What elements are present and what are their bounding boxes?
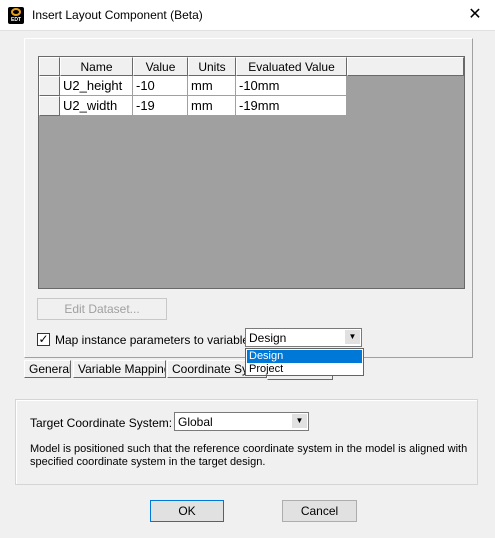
- grid-row-header[interactable]: [39, 96, 60, 116]
- app-icon-text: EDT: [11, 17, 21, 23]
- grid-cell-units[interactable]: mm: [188, 96, 236, 116]
- grid-cell-name[interactable]: U2_height: [60, 76, 133, 96]
- grid-header-value[interactable]: Value: [133, 57, 188, 76]
- target-coordinate-label: Target Coordinate System:: [30, 416, 173, 430]
- option-project[interactable]: Project: [247, 363, 362, 376]
- chevron-down-icon[interactable]: ▼: [345, 330, 360, 344]
- grid-header-name[interactable]: Name: [60, 57, 133, 76]
- edit-dataset-button[interactable]: Edit Dataset...: [37, 298, 167, 320]
- grid-header-units[interactable]: Units: [188, 57, 236, 76]
- map-parameters-checkbox[interactable]: ✓: [37, 333, 50, 346]
- grid-cell-value[interactable]: -19: [133, 96, 188, 116]
- grid-cell-evaluated-value[interactable]: -10mm: [236, 76, 347, 96]
- grid-cell-units[interactable]: mm: [188, 76, 236, 96]
- map-parameters-label: Map instance parameters to variables:: [55, 333, 259, 347]
- parameter-grid[interactable]: Name Value Units Evaluated Value U2_heig…: [38, 56, 465, 289]
- variable-scope-value: Design: [249, 331, 287, 345]
- option-design[interactable]: Design: [247, 350, 362, 363]
- close-icon[interactable]: ✕: [464, 4, 486, 26]
- model-position-description: Model is positioned such that the refere…: [30, 443, 468, 468]
- variable-scope-dropdown[interactable]: Design ▼: [245, 328, 362, 347]
- tab-general[interactable]: General: [24, 360, 71, 378]
- window-title: Insert Layout Component (Beta): [32, 8, 203, 22]
- target-coordinate-dropdown[interactable]: Global ▼: [174, 412, 309, 431]
- grid-cell-name[interactable]: U2_width: [60, 96, 133, 116]
- grid-row-header[interactable]: [39, 76, 60, 96]
- app-icon: EDT: [8, 7, 24, 24]
- cancel-button[interactable]: Cancel: [282, 500, 357, 522]
- grid-cell-evaluated-value[interactable]: -19mm: [236, 96, 347, 116]
- ok-button[interactable]: OK: [150, 500, 224, 522]
- tab-variable-mapping[interactable]: Variable Mapping: [73, 360, 166, 378]
- grid-header-filler: [347, 57, 464, 76]
- variable-scope-options: Design Project: [245, 348, 364, 376]
- app-icon-ring: [11, 8, 21, 16]
- grid-corner-cell: [39, 57, 60, 76]
- grid-cell-value[interactable]: -10: [133, 76, 188, 96]
- target-coordinate-value: Global: [178, 415, 213, 429]
- chevron-down-icon[interactable]: ▼: [292, 414, 307, 428]
- grid-header-evaluated-value[interactable]: Evaluated Value: [236, 57, 347, 76]
